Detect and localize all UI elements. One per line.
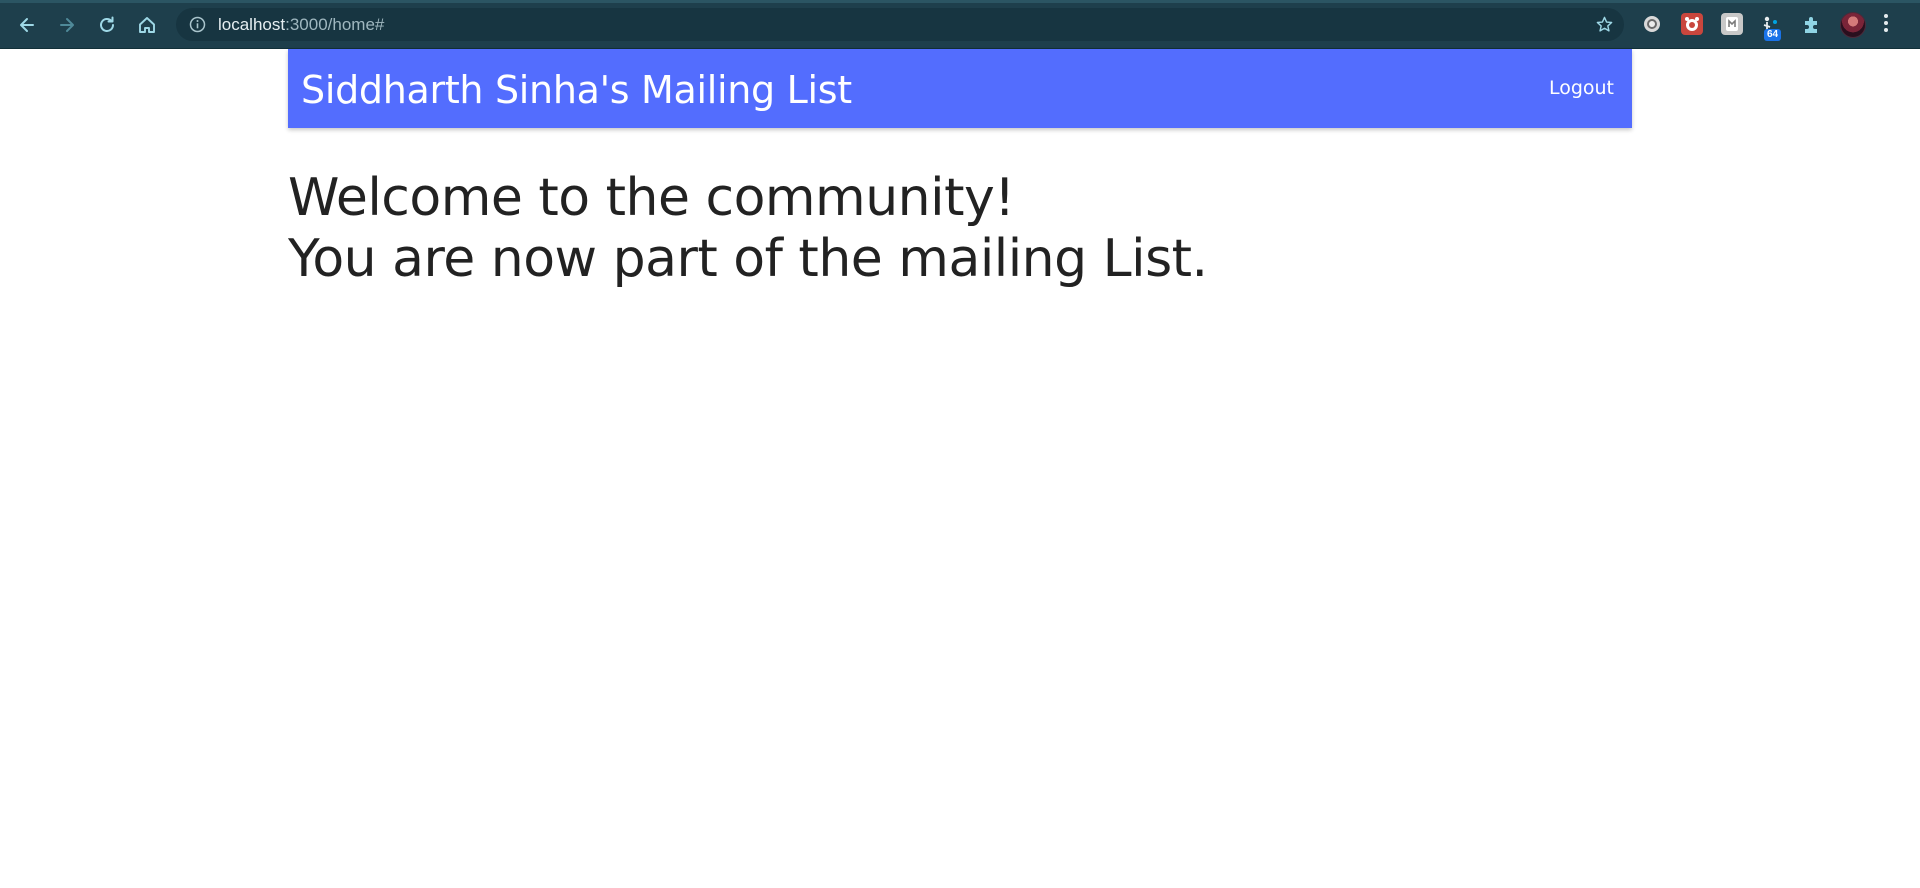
- reload-button[interactable]: [92, 10, 122, 40]
- browser-toolbar: localhost:3000/home# 64: [0, 0, 1920, 49]
- reload-icon: [100, 16, 114, 32]
- extension-icon: [1644, 16, 1660, 32]
- url-text[interactable]: localhost:3000/home#: [218, 15, 384, 34]
- forward-button[interactable]: [52, 10, 82, 40]
- extension-icon: [1685, 17, 1699, 31]
- extension-icon: [1726, 17, 1738, 31]
- welcome-message: Welcome to the community! You are now pa…: [288, 168, 1208, 290]
- star-icon[interactable]: [1595, 15, 1614, 34]
- logout-link[interactable]: Logout: [1549, 77, 1614, 99]
- forward-icon: [60, 18, 74, 32]
- info-icon[interactable]: [189, 16, 206, 33]
- puzzle-icon: [1805, 17, 1817, 33]
- back-button[interactable]: [12, 10, 42, 40]
- extensions-menu-button[interactable]: [1801, 13, 1823, 35]
- back-icon: [20, 18, 34, 32]
- welcome-heading: Welcome to the community!: [288, 168, 1015, 228]
- tab-strip-edge: [0, 0, 1920, 3]
- home-button[interactable]: [132, 10, 162, 40]
- app-header: Siddharth Sinha's Mailing List Logout: [288, 49, 1632, 128]
- welcome-subheading: You are now part of the mailing List.: [288, 229, 1208, 289]
- site-title[interactable]: Siddharth Sinha's Mailing List: [301, 68, 852, 112]
- extension-badge: 64: [1764, 29, 1782, 41]
- home-icon: [139, 17, 155, 33]
- url-host: localhost: [218, 15, 286, 34]
- extension-button-3[interactable]: [1721, 13, 1743, 35]
- url-path: :3000/home#: [285, 15, 385, 34]
- address-bar[interactable]: localhost:3000/home#: [176, 8, 1624, 41]
- profile-avatar[interactable]: [1840, 12, 1866, 38]
- extension-button-1[interactable]: [1641, 13, 1663, 35]
- more-vert-icon[interactable]: [1883, 14, 1889, 36]
- extension-button-2[interactable]: [1681, 13, 1703, 35]
